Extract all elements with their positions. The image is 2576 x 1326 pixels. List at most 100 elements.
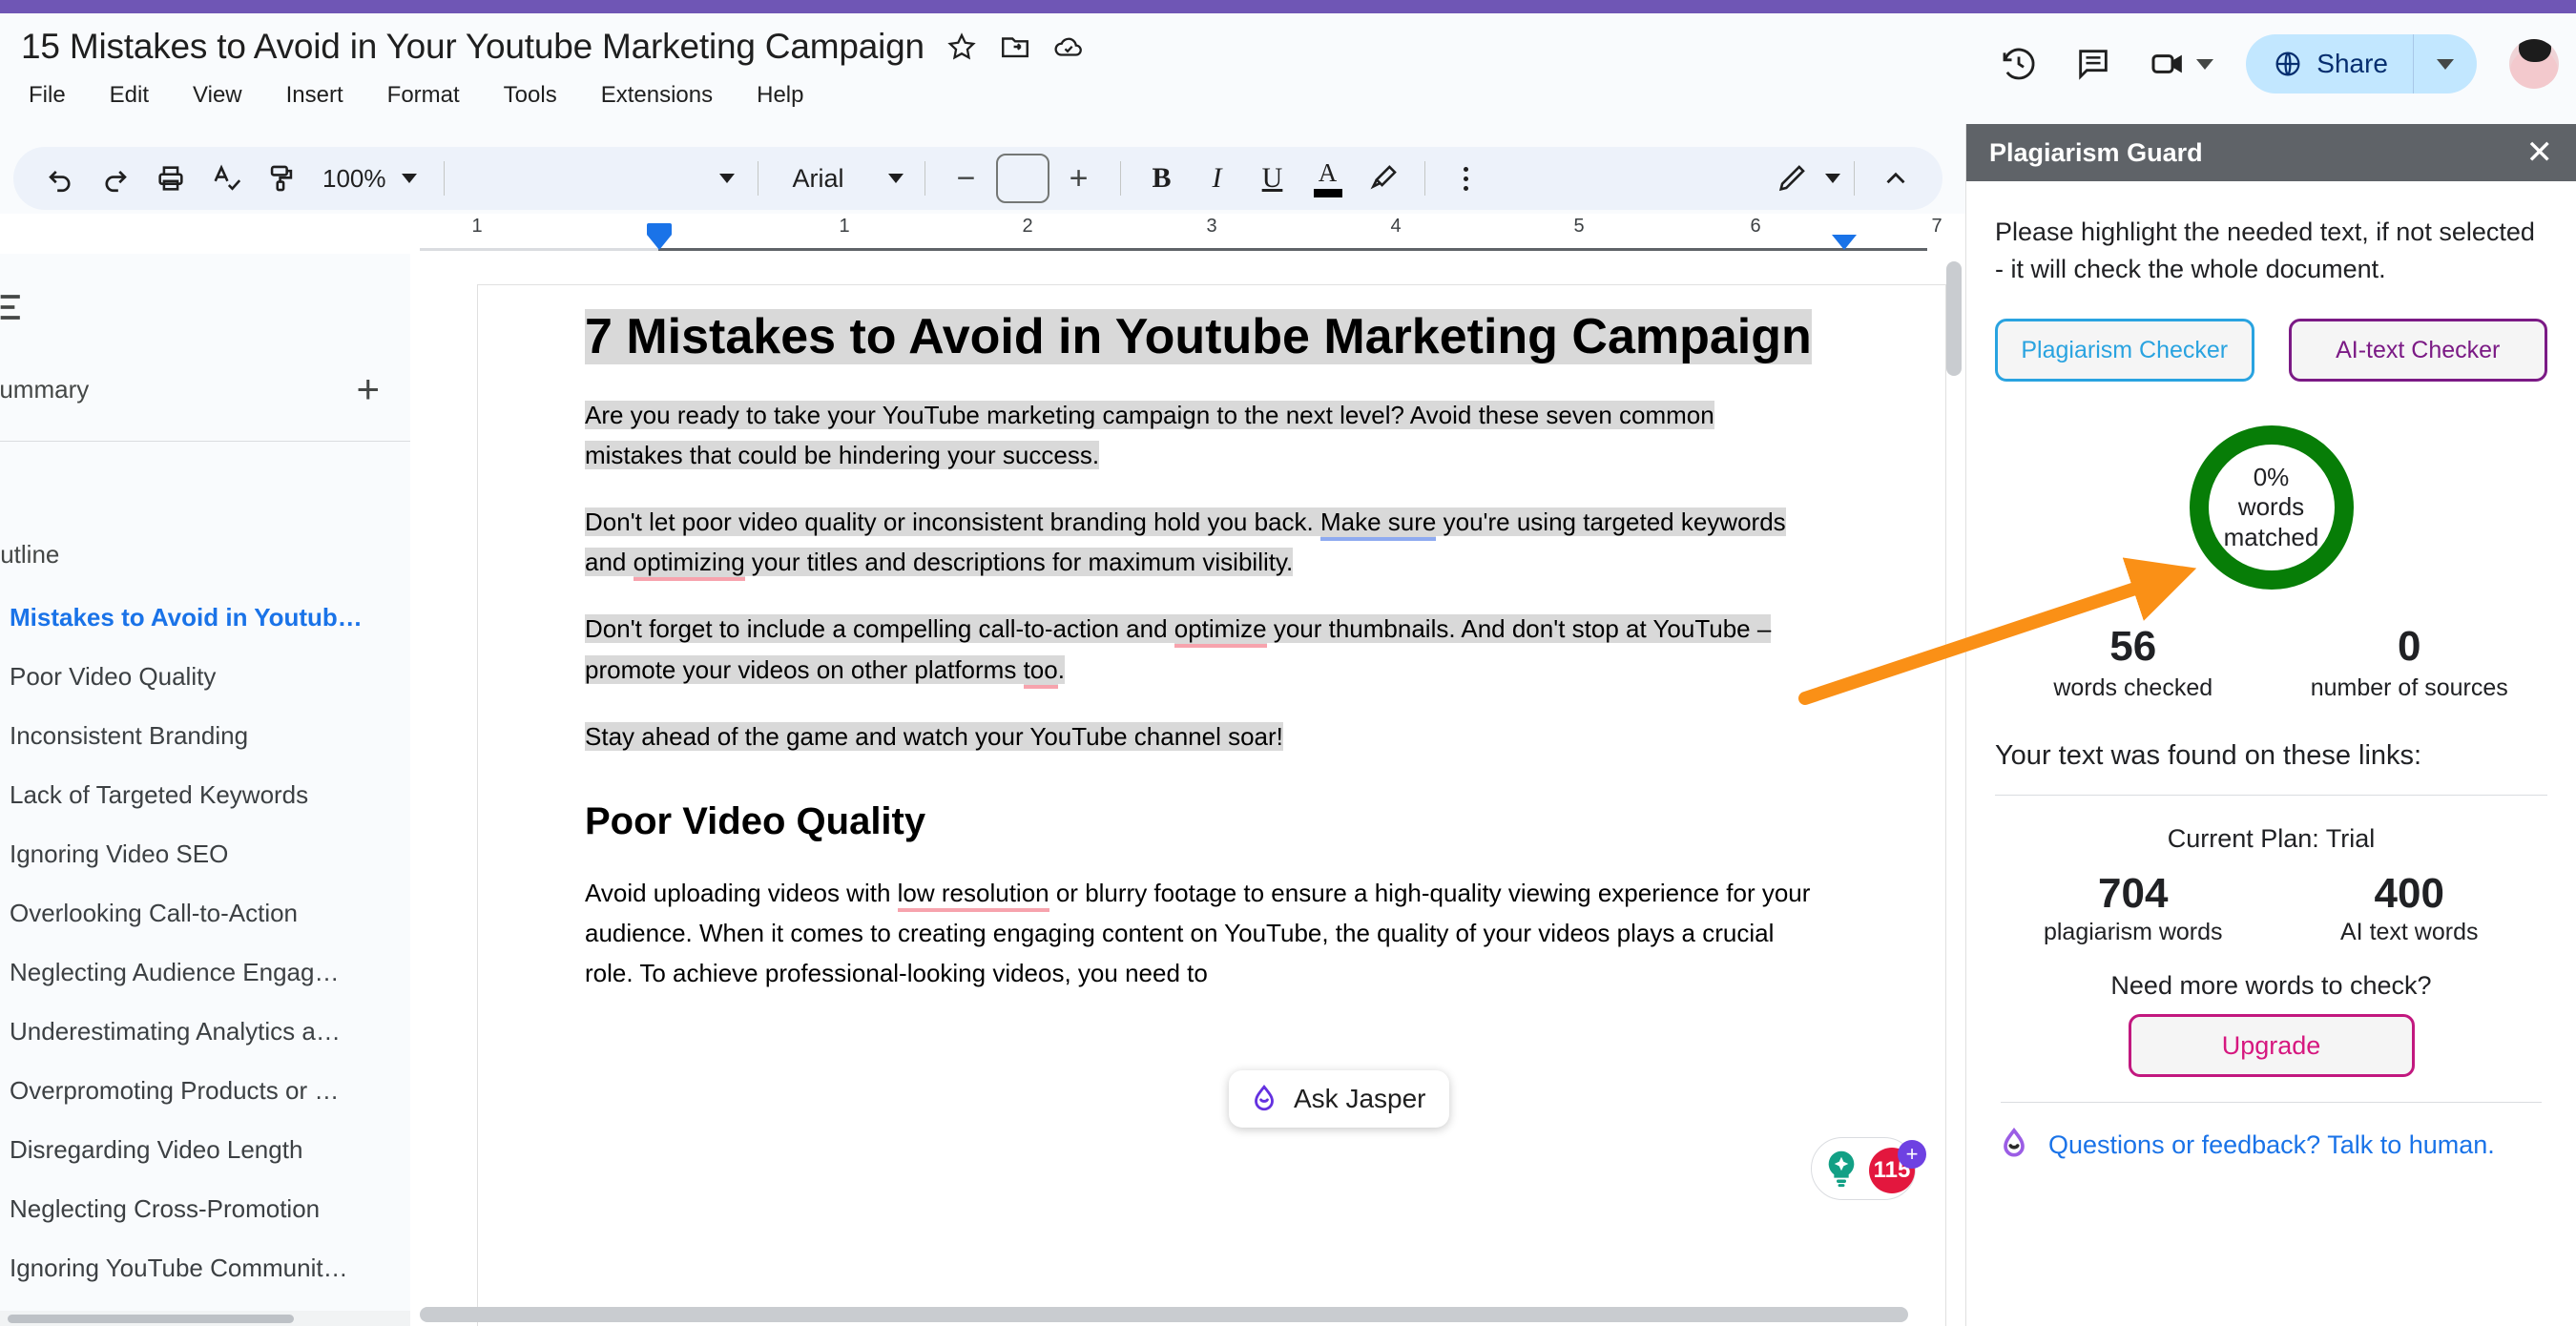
left-indent-marker[interactable] [647,235,672,250]
document-horizontal-scrollbar[interactable] [420,1307,1908,1322]
explore-badge[interactable]: 115 + [1811,1137,1926,1200]
grammar-suggestion-make-sure[interactable]: Make sure [1320,508,1437,542]
comment-icon[interactable] [2072,43,2114,85]
underline-button[interactable]: U [1245,151,1300,206]
outline-item-1[interactable]: Poor Video Quality [0,647,410,706]
outline-item-10[interactable]: Neglecting Cross-Promotion [0,1179,410,1238]
toolbar-divider [443,161,445,196]
undo-icon[interactable] [32,151,88,206]
paragraph-3-c: . [1057,654,1065,684]
menu-view[interactable]: View [185,79,250,112]
add-badge-icon[interactable]: + [1898,1140,1926,1169]
add-summary-button[interactable]: + [356,369,380,410]
spelling-suggestion-optimizing[interactable]: optimizing [633,548,745,582]
saved-to-drive-icon[interactable] [1052,31,1085,63]
lightbulb-icon [1828,1150,1855,1188]
menu-tools[interactable]: Tools [496,79,565,112]
document-vertical-scrollbar[interactable] [1946,261,1962,376]
talk-to-human-link[interactable]: Questions or feedback? Talk to human. [2048,1130,2495,1160]
menu-help[interactable]: Help [749,79,811,112]
italic-button[interactable]: I [1190,151,1245,206]
google-meet-icon[interactable] [2147,43,2189,85]
collapse-toolbar-icon[interactable] [1868,151,1923,206]
spelling-suggestion-low-resolution[interactable]: low resolution [897,878,1049,912]
stat-words-checked-value: 56 [2109,623,2157,671]
menu-edit[interactable]: Edit [102,79,156,112]
spelling-suggestion-optimize[interactable]: optimize [1174,614,1267,649]
document-page[interactable]: 7 Mistakes to Avoid in Youtube Marketing… [477,284,1946,1326]
spelling-suggestion-too[interactable]: too [1023,654,1058,689]
move-to-folder-icon[interactable] [999,31,1031,63]
outline-item-11[interactable]: Ignoring YouTube Communit… [0,1238,410,1297]
outline-list-icon[interactable] [0,286,29,328]
document-heading-text: 7 Mistakes to Avoid in Youtube Marketing… [585,309,1812,364]
document-body[interactable]: 7 Mistakes to Avoid in Youtube Marketing… [585,306,1816,993]
chevron-down-icon[interactable] [1825,174,1840,183]
talk-to-human-row[interactable]: Questions or feedback? Talk to human. [1995,1126,2547,1164]
outline-item-8[interactable]: Overpromoting Products or … [0,1061,410,1120]
bold-label: B [1152,162,1172,194]
share-button[interactable]: Share [2246,34,2477,93]
menu-insert[interactable]: Insert [279,79,351,112]
chevron-down-icon[interactable] [2196,58,2214,70]
stat-sources: 0 number of sources [2272,623,2548,701]
font-size-decrease[interactable]: − [954,162,979,195]
document-paragraph-4: Stay ahead of the game and watch your Yo… [585,716,1816,756]
ask-jasper-button[interactable]: Ask Jasper [1229,1070,1449,1128]
outline-item-6[interactable]: Neglecting Audience Engag… [0,943,410,1002]
ring-text: 0% words matched [2224,463,2319,553]
paragraph-2-c: your titles and descriptions for maximum… [744,548,1294,577]
outline-item-2[interactable]: Inconsistent Branding [0,706,410,765]
ruler[interactable]: 1 1 2 3 4 5 6 7 [0,214,1965,254]
outline-item-4[interactable]: Ignoring Video SEO [0,824,410,883]
font-size-increase[interactable]: + [1067,162,1091,195]
paragraph-1-text: Are you ready to take your YouTube marke… [585,401,1714,470]
bold-button[interactable]: B [1134,151,1190,206]
outline-item-5[interactable]: Overlooking Call-to-Action [0,883,410,943]
share-main[interactable]: Share [2246,34,2413,93]
document-title[interactable]: 15 Mistakes to Avoid in Your Youtube Mar… [21,27,924,67]
ruler-active-area [658,248,1927,251]
redo-icon[interactable] [88,151,143,206]
share-dropdown[interactable] [2414,58,2477,70]
chevron-down-icon [718,174,735,183]
toolbar-divider [1423,161,1425,196]
menu-format[interactable]: Format [380,79,467,112]
text-color-letter: A [1318,157,1338,187]
highlight-color-button[interactable] [1356,151,1411,206]
paragraph-style-selector[interactable] [458,174,744,183]
meet-button[interactable] [2147,43,2214,85]
ai-text-checker-button[interactable]: AI-text Checker [2288,319,2547,383]
outline-item-7[interactable]: Underestimating Analytics a… [0,1002,410,1061]
menu-file[interactable]: File [21,79,73,112]
ruler-number: 2 [1022,216,1033,237]
toolbar-divider [1119,161,1121,196]
zoom-selector[interactable]: 100% [309,164,430,194]
right-indent-marker[interactable] [1832,235,1857,250]
document-outline-sidebar: Summary + Outline Mistakes to Avoid in Y… [0,254,410,1326]
font-size-input[interactable] [995,154,1049,203]
paint-format-icon[interactable] [254,151,309,206]
chevron-down-icon [887,174,904,183]
editing-mode-icon[interactable] [1764,151,1819,206]
text-color-button[interactable]: A [1300,151,1356,206]
upgrade-button[interactable]: Upgrade [2128,1014,2415,1078]
more-vert-icon [1464,166,1469,191]
outline-item-9[interactable]: Disregarding Video Length [0,1120,410,1179]
sidebar-horizontal-scrollbar[interactable] [0,1311,410,1326]
plagiarism-checker-button[interactable]: Plagiarism Checker [1995,319,2254,383]
print-icon[interactable] [143,151,198,206]
menu-extensions[interactable]: Extensions [593,79,720,112]
close-icon[interactable]: ✕ [2526,136,2554,169]
star-icon[interactable] [945,31,978,63]
outline-item-0[interactable]: Mistakes to Avoid in Youtub… [0,588,410,647]
stat-words-checked-label: words checked [2053,673,2213,701]
check-stats: 56 words checked 0 number of sources [1995,623,2548,701]
font-value: Arial [792,163,844,193]
spellcheck-icon[interactable] [198,151,254,206]
version-history-icon[interactable] [1998,43,2040,85]
avatar[interactable] [2509,39,2559,89]
font-selector[interactable]: Arial [772,164,911,194]
outline-item-3[interactable]: Lack of Targeted Keywords [0,765,410,824]
more-options-button[interactable] [1439,151,1494,206]
